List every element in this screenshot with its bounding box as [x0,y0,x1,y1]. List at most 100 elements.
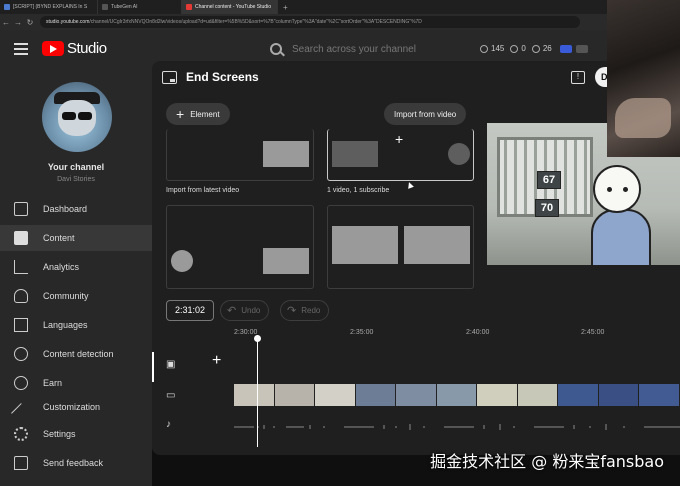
views-icon [480,44,488,53]
tab-label: TubeGen AI [111,4,138,10]
extension-icon[interactable] [575,44,588,53]
youtube-logo-icon [42,41,64,56]
reload-icon[interactable]: ↻ [24,18,36,27]
template-caption: 1 video, 1 subscribe [327,187,390,194]
sidebar-item-label: Languages [43,320,88,330]
search-input[interactable]: Search across your channel [270,38,470,60]
tab-label: Channel content - YouTube Studio [195,4,271,10]
url-host: studio.youtube.com [46,19,90,25]
url-path: /channel/UCgIr3rfxNNVQOn8d2lw/videos/upl… [89,19,422,25]
channel-title: Your channel [47,162,105,172]
sidebar-item-send-feedback[interactable]: Send feedback [0,450,152,476]
feedback-icon[interactable]: ! [571,71,585,84]
search-placeholder: Search across your channel [292,43,416,55]
video-track-icon: ▭ [166,390,176,401]
forward-icon[interactable]: → [12,18,24,27]
sidebar-item-label: Settings [43,429,76,439]
sidebar-item-analytics[interactable]: Analytics [0,254,152,280]
undo-icon: ↶ [227,305,237,317]
watch-icon [510,44,519,53]
settings-icon [14,427,28,441]
tab-favicon-icon [4,4,10,10]
plus-icon: + [176,106,185,122]
sidebar-item-label: Dashboard [43,204,88,214]
browser-tab[interactable]: [SCRIPT] (BYND EXPLAINS In S [0,0,98,14]
logo-text: Studio [67,40,107,57]
stat-value: 26 [542,44,552,53]
ruler-tick-label: 2:35:00 [350,329,374,336]
subscribers-icon [531,44,540,53]
add-element-button[interactable]: + Element [166,103,230,125]
track-selection-indicator [152,352,154,382]
sidebar-item-dashboard[interactable]: Dashboard [0,196,152,222]
sidebar-item-customization[interactable]: Customization [0,400,152,414]
audio-waveform[interactable] [234,420,680,434]
earn-icon [14,376,28,390]
button-label: Undo [241,306,261,315]
undo-button[interactable]: ↶ Undo [220,300,270,321]
button-label: Element [190,109,220,119]
timeline-playhead[interactable] [254,335,261,447]
ruler-tick-label: 2:40:00 [466,329,490,336]
button-label: Redo [301,306,321,315]
add-element-to-timeline-button[interactable]: + [212,352,221,370]
content-detection-icon [14,347,28,361]
button-label: Import from video [394,109,457,119]
preview-number: 70 [535,199,559,217]
editor-title: End Screens [186,70,259,84]
youtube-studio-logo[interactable]: Studio [42,40,107,57]
sidebar-item-earn[interactable]: Earn [0,370,152,396]
sidebar-item-languages[interactable]: Languages [0,312,152,338]
add-icon: + [395,131,404,147]
template-card[interactable] [166,205,314,289]
header-stats: 145 0 26 [474,44,588,53]
screen: [SCRIPT] (BYND EXPLAINS In S TubeGen AI … [0,0,680,486]
tab-favicon-icon [102,4,108,10]
end-screen-track-icon: ▣ [166,359,176,370]
redo-button[interactable]: ↷ Redo [280,300,330,321]
timeline-ruler[interactable]: 2:30:00 2:35:00 2:40:00 2:45:00 [234,325,680,345]
stat-value: 0 [521,44,526,53]
mouse-cursor-icon [406,181,414,189]
new-tab-button[interactable]: + [278,3,293,12]
template-card[interactable] [166,129,314,181]
end-screen-icon [162,71,177,84]
end-screens-editor: End Screens ! D + Element Import from vi… [152,61,680,455]
import-from-video-button[interactable]: Import from video [384,103,467,125]
dashboard-icon [14,202,28,216]
url-input[interactable]: studio.youtube.com /channel/UCgIr3rfxNNV… [40,16,580,28]
search-icon [270,43,282,55]
sidebar-item-content[interactable]: Content [0,225,152,251]
browser-tab-active[interactable]: Channel content - YouTube Studio [182,0,278,14]
sidebar-item-community[interactable]: Community [0,283,152,309]
tab-label: [SCRIPT] (BYND EXPLAINS In S [13,4,88,10]
analytics-icon [14,260,28,274]
template-card[interactable] [327,205,474,289]
ruler-tick-label: 2:45:00 [581,329,605,336]
webcam-overlay [607,0,680,157]
sidebar-item-content-detection[interactable]: Content detection [0,341,152,367]
timecode-input[interactable]: 2:31:02 [166,300,214,321]
menu-icon[interactable] [14,43,28,55]
template-caption: Import from latest video [166,187,240,194]
stat-value: 145 [491,44,505,53]
browser-tab[interactable]: TubeGen AI [98,0,182,14]
redo-icon: ↷ [287,305,297,317]
video-thumbnail-strip[interactable] [234,384,680,406]
preview-number: 67 [537,171,561,189]
channel-avatar[interactable] [42,82,112,152]
back-icon[interactable]: ← [0,18,12,27]
extension-icon[interactable] [559,44,572,53]
sidebar: Your channel Davi Stories Dashboard Cont… [0,70,152,486]
ruler-tick-label: 2:30:00 [234,329,258,336]
sidebar-item-label: Earn [43,378,63,388]
watermark: 掘金技术社区 @ 粉来宝fansbao [430,452,664,471]
customization-icon [11,403,31,414]
template-card-selected[interactable]: + [327,129,474,181]
sidebar-item-settings[interactable]: Settings [0,421,152,447]
editor-header: End Screens ! D [152,61,680,95]
community-icon [14,289,28,303]
sidebar-item-label: Customization [43,402,101,412]
feedback-icon [14,456,28,470]
sidebar-item-label: Analytics [43,262,80,272]
